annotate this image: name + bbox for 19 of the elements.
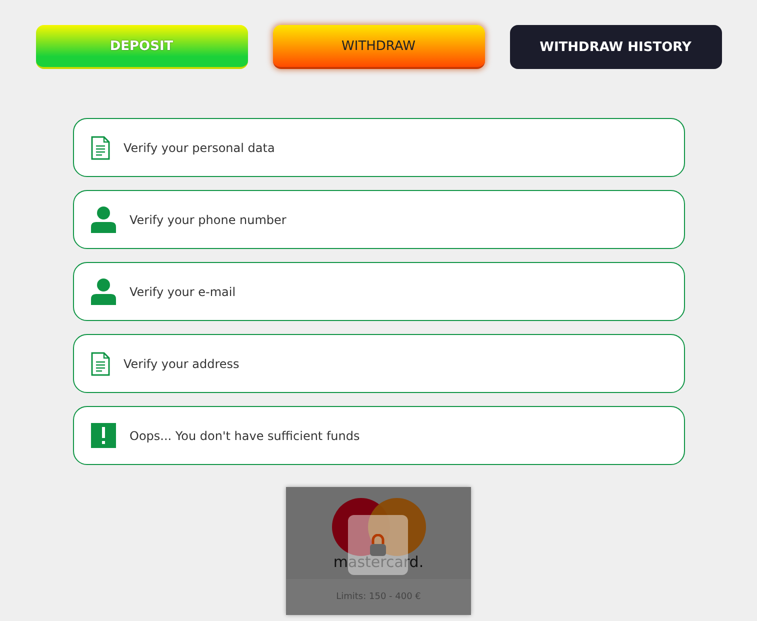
- step-text: Verify your e-mail: [130, 284, 236, 298]
- user-icon: [90, 206, 116, 233]
- circles-logo-icon: [331, 497, 427, 557]
- document-icon: [90, 352, 110, 376]
- verification-card[interactable]: Oops... You don't have sufficient funds: [72, 406, 684, 465]
- tab[interactable]: WITHDRAW HISTORY: [510, 25, 722, 69]
- tab[interactable]: WITHDRAW: [272, 25, 484, 69]
- step-text: Verify your address: [124, 356, 240, 370]
- step-text: Oops... You don't have sufficient funds: [130, 428, 360, 442]
- step-text: Verify your phone number: [130, 212, 286, 226]
- verification-card[interactable]: Verify your personal data: [72, 118, 684, 177]
- alert-icon: [90, 423, 116, 448]
- verification-card[interactable]: Verify your e-mail: [72, 262, 684, 321]
- user-icon: [90, 278, 116, 305]
- verification-card[interactable]: Verify your phone number: [72, 190, 684, 249]
- step-text: Verify your personal data: [124, 140, 275, 154]
- verification-card[interactable]: Verify your address: [72, 334, 684, 393]
- lock-icon: [369, 534, 387, 556]
- document-icon: [90, 136, 110, 160]
